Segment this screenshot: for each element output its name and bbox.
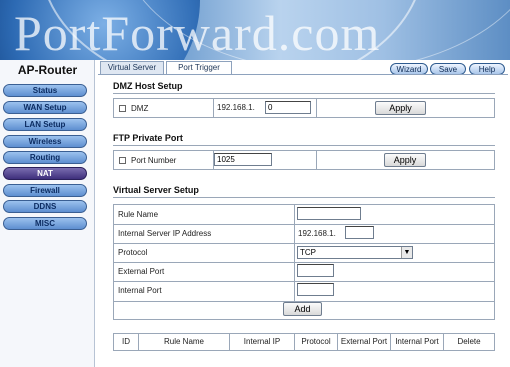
internal-ip-prefix: 192.168.1. — [298, 229, 336, 238]
vserver-section-title: Virtual Server Setup — [113, 185, 199, 195]
section-divider — [113, 145, 495, 146]
add-button[interactable]: Add — [283, 302, 322, 316]
sidebar-item-wan-setup[interactable]: WAN Setup — [3, 101, 87, 114]
sidebar-item-firewall[interactable]: Firewall — [3, 184, 87, 197]
chevron-down-icon[interactable]: ▼ — [401, 247, 412, 258]
header-banner: PortForward.com — [0, 0, 510, 60]
column-header-internal-ip: Internal IP — [229, 333, 295, 351]
column-header-rule-name: Rule Name — [138, 333, 230, 351]
ftp-port-label: Port Number — [131, 156, 177, 165]
sidebar-item-status[interactable]: Status — [3, 84, 87, 97]
external-port-label: External Port — [118, 267, 165, 276]
protocol-label: Protocol — [118, 248, 148, 257]
app-title: AP-Router — [17, 63, 78, 77]
column-header-protocol: Protocol — [294, 333, 338, 351]
dmz-ip-input[interactable]: 0 — [265, 101, 311, 114]
dmz-section-title: DMZ Host Setup — [113, 81, 183, 91]
dmz-label: DMZ — [131, 104, 149, 113]
internal-port-input[interactable] — [297, 283, 334, 296]
internal-port-label: Internal Port — [118, 286, 162, 295]
watermark-text: PortForward.com — [14, 5, 381, 60]
section-divider — [113, 93, 495, 94]
dmz-ip-prefix: 192.168.1. — [217, 103, 255, 112]
ftp-section-title: FTP Private Port — [113, 133, 183, 143]
column-header-external-port: External Port — [337, 333, 391, 351]
dmz-apply-button[interactable]: Apply — [375, 101, 426, 115]
sidebar-item-misc[interactable]: MISC — [3, 217, 87, 230]
column-header-delete: Delete — [443, 333, 495, 351]
sidebar-item-lan-setup[interactable]: LAN Setup — [3, 118, 87, 131]
tab-virtual-server[interactable]: Virtual Server — [100, 61, 164, 74]
sidebar-item-nat[interactable]: NAT — [3, 167, 87, 180]
ftp-checkbox[interactable] — [119, 157, 126, 164]
dmz-checkbox[interactable] — [119, 105, 126, 112]
internal-ip-label: Internal Server IP Address — [118, 229, 212, 238]
sidebar-item-wireless[interactable]: Wireless — [3, 135, 87, 148]
sidebar-item-routing[interactable]: Routing — [3, 151, 87, 164]
external-port-input[interactable] — [297, 264, 334, 277]
tab-port-trigger[interactable]: Port Trigger — [166, 61, 232, 75]
ftp-apply-button[interactable]: Apply — [384, 153, 426, 167]
internal-ip-input[interactable] — [345, 226, 374, 239]
sidebar-item-ddns[interactable]: DDNS — [3, 200, 87, 213]
protocol-selected-value: TCP — [300, 248, 316, 257]
ftp-port-input[interactable]: 1025 — [214, 153, 272, 166]
rule-name-input[interactable] — [297, 207, 361, 220]
section-divider — [113, 197, 495, 198]
column-header-internal-port: Internal Port — [390, 333, 444, 351]
column-header-id: ID — [113, 333, 139, 351]
protocol-select[interactable]: TCP ▼ — [297, 246, 413, 259]
rule-name-label: Rule Name — [118, 210, 159, 219]
